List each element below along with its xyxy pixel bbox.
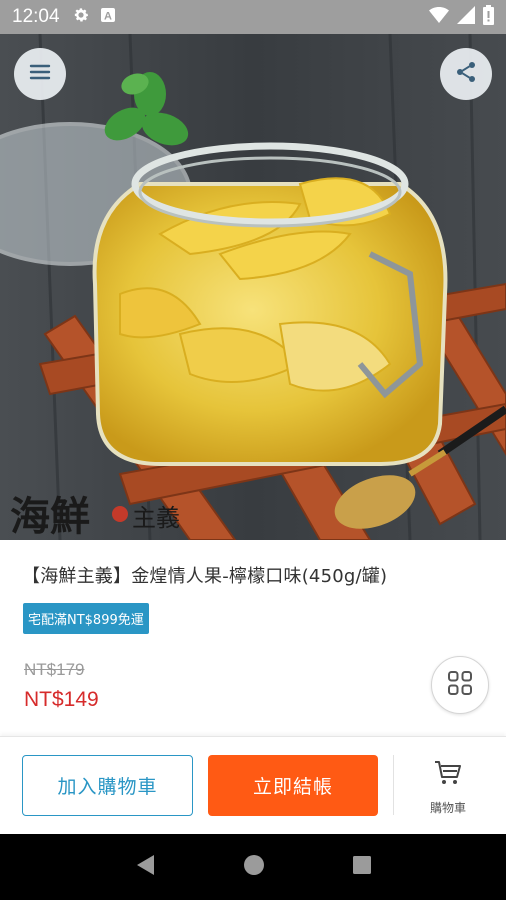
category-grid-button[interactable] xyxy=(431,656,489,714)
pickled-mango-jar-photo: 海鮮 主義 xyxy=(0,34,506,540)
share-button[interactable] xyxy=(440,48,492,100)
cart-tab-label: 購物車 xyxy=(429,801,466,815)
home-icon[interactable] xyxy=(243,854,265,880)
original-price: NT$179 xyxy=(24,660,85,679)
status-time: 12:04 xyxy=(12,6,60,27)
recents-icon[interactable] xyxy=(352,855,372,879)
hamburger-menu-icon xyxy=(28,62,52,86)
a-badge-icon: A xyxy=(100,7,116,27)
product-info: 【海鮮主義】金煌情人果-檸檬口味(450g/罐) 宅配滿NT$899免運 NT$… xyxy=(0,540,506,736)
wifi-icon xyxy=(429,6,449,28)
back-icon[interactable] xyxy=(134,853,156,881)
system-nav-bar xyxy=(0,834,506,900)
watermark-logo: 海鮮 xyxy=(10,493,90,540)
menu-button[interactable] xyxy=(14,48,66,100)
add-to-cart-button[interactable]: 加入購物車 xyxy=(22,755,193,816)
settings-icon xyxy=(72,6,90,28)
signal-icon xyxy=(457,5,475,29)
bottom-action-bar: 加入購物車 立即結帳 購物車 xyxy=(0,736,506,834)
divider xyxy=(393,755,394,815)
svg-text:A: A xyxy=(104,11,112,23)
share-icon xyxy=(454,60,478,88)
svg-text:主義: 主義 xyxy=(132,504,180,532)
shopping-cart-icon xyxy=(433,759,463,791)
sale-price: NT$149 xyxy=(24,688,99,711)
cart-tab[interactable]: 購物車 xyxy=(405,759,491,819)
checkout-button[interactable]: 立即結帳 xyxy=(208,755,378,816)
battery-icon xyxy=(483,4,494,30)
product-image[interactable]: 海鮮 主義 xyxy=(0,34,506,540)
product-title: 【海鮮主義】金煌情人果-檸檬口味(450g/罐) xyxy=(22,566,388,587)
grid-icon xyxy=(447,670,473,700)
status-bar: 12:04 A xyxy=(0,0,506,34)
free-shipping-badge: 宅配滿NT$899免運 xyxy=(23,603,149,634)
